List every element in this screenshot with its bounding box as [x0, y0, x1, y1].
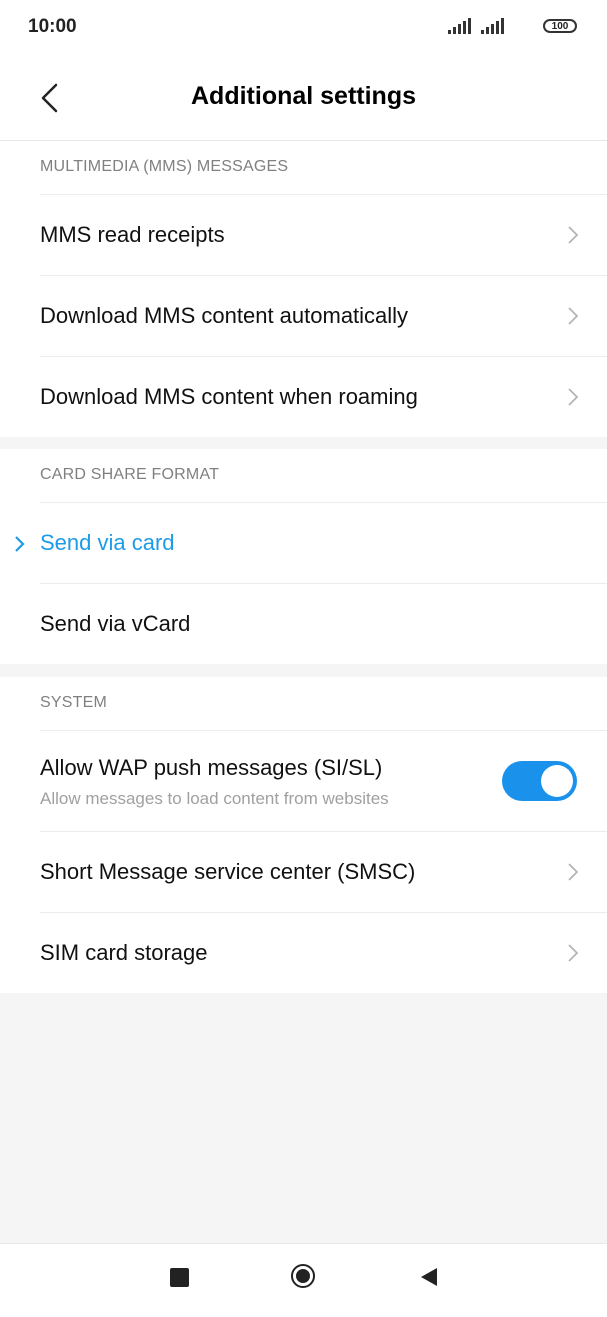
square-icon[interactable] [170, 1268, 189, 1287]
chevron-right-icon [568, 944, 579, 962]
list-item-sublabel: Allow messages to load content from webs… [40, 789, 389, 808]
section-header: MULTIMEDIA (MMS) MESSAGES [40, 158, 289, 175]
status-bar: 10:00 100 [0, 0, 607, 54]
option-send-via-vcard[interactable]: Send via vCard [40, 583, 607, 664]
list-item-label: SIM card storage [40, 940, 208, 965]
section-mms: MULTIMEDIA (MMS) MESSAGES MMS read recei… [0, 141, 607, 437]
section-header: CARD SHARE FORMAT [40, 466, 220, 483]
list-item-mms-read-receipts[interactable]: MMS read receipts [40, 194, 607, 275]
option-label: Send via vCard [40, 611, 191, 636]
list-item-label: Download MMS content automatically [40, 303, 409, 328]
chevron-right-icon [568, 226, 579, 244]
toggle-knob [541, 765, 573, 797]
check-chevron-icon [15, 536, 25, 552]
option-send-via-card[interactable]: Send via card [15, 502, 607, 583]
list-item-wap-push[interactable]: Allow WAP push messages (SI/SL) Allow me… [40, 730, 607, 831]
section-header: SYSTEM [40, 694, 107, 711]
list-item-label: MMS read receipts [40, 222, 225, 247]
list-item-label: Short Message service center (SMSC) [40, 859, 416, 884]
list-item-label: Download MMS content when roaming [40, 384, 418, 409]
section-card-share: CARD SHARE FORMAT Send via card Send via… [0, 449, 607, 664]
chevron-right-icon [568, 307, 579, 325]
wap-push-toggle[interactable] [502, 761, 577, 801]
signal-icon [481, 18, 504, 34]
section-system: SYSTEM Allow WAP push messages (SI/SL) A… [0, 677, 607, 993]
status-time: 10:00 [28, 16, 77, 37]
list-item-smsc[interactable]: Short Message service center (SMSC) [40, 831, 607, 912]
battery-icon: 100 [543, 19, 577, 33]
option-label: Send via card [40, 530, 175, 555]
list-item-download-mms-roaming[interactable]: Download MMS content when roaming [40, 356, 607, 437]
list-item-sim-storage[interactable]: SIM card storage [40, 912, 607, 993]
chevron-right-icon [568, 863, 579, 881]
chevron-right-icon [568, 388, 579, 406]
list-item-label: Allow WAP push messages (SI/SL) [40, 755, 383, 780]
battery-level: 100 [551, 21, 569, 32]
list-item-download-mms-auto[interactable]: Download MMS content automatically [40, 275, 607, 356]
app-bar: Additional settings [0, 54, 607, 141]
page-title: Additional settings [191, 82, 416, 110]
signal-icon [448, 18, 471, 34]
navigation-bar [0, 1243, 607, 1317]
circle-home-icon[interactable] [291, 1264, 315, 1288]
triangle-back-icon[interactable] [420, 1267, 438, 1287]
